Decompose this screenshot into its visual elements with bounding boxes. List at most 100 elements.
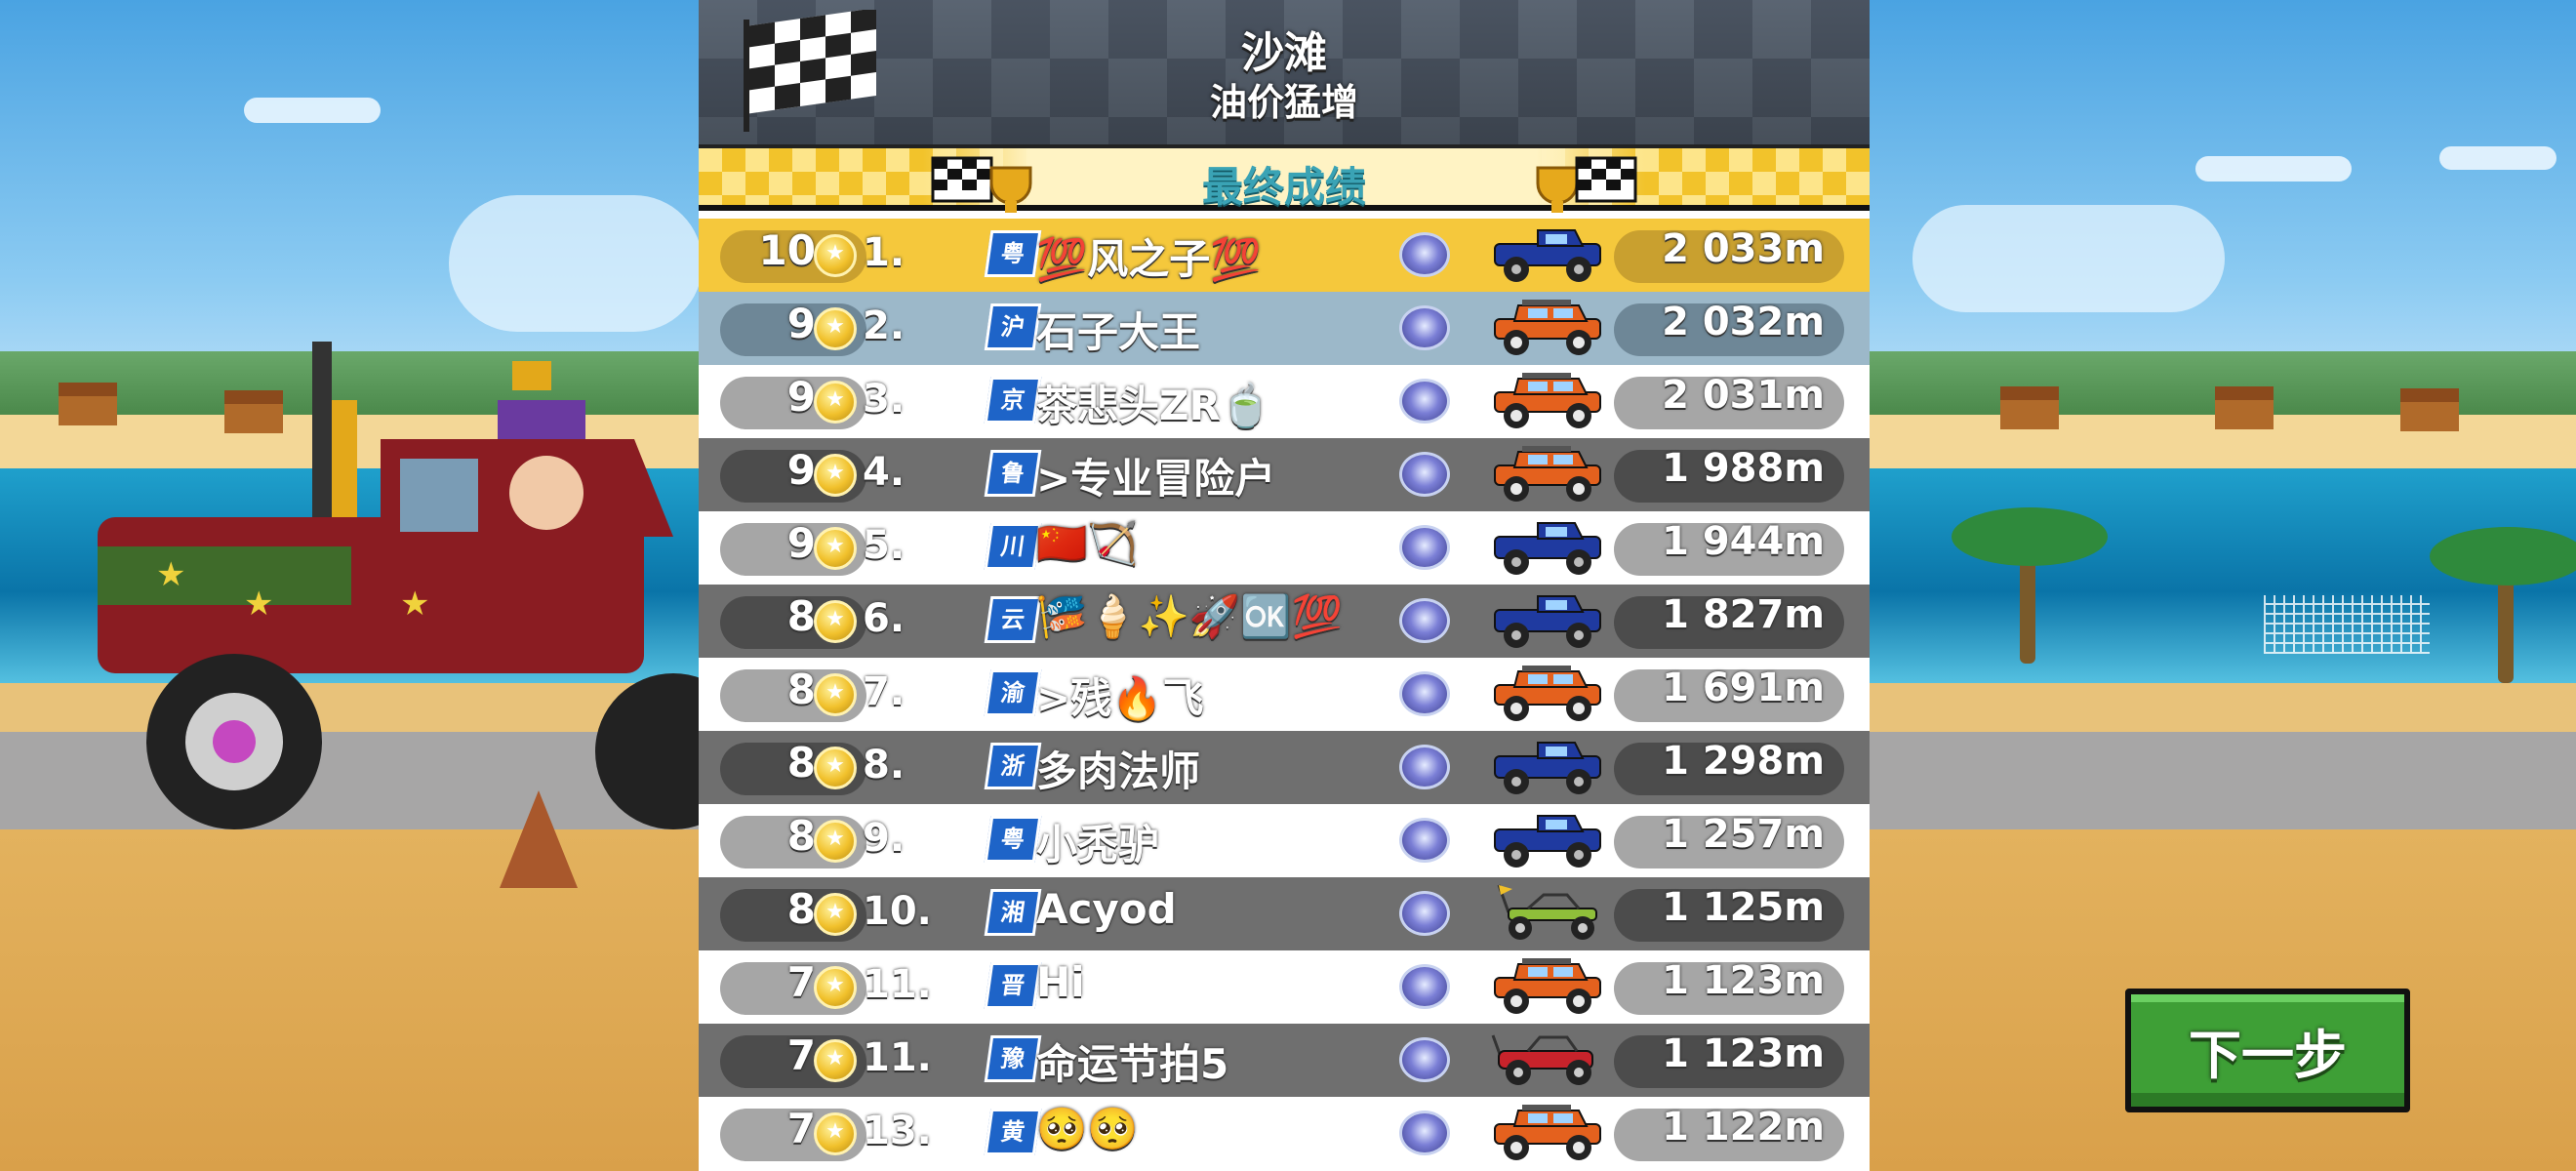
- result-row[interactable]: 10 1. 粤💯风之子💯 2 033m: [699, 219, 1870, 292]
- region-badge: 沪: [984, 303, 1042, 350]
- rank-value: 7.: [863, 669, 906, 714]
- rank-value: 3.: [863, 377, 906, 422]
- player-name: 命运节拍5: [1036, 1040, 1229, 1088]
- rank-value: 10.: [863, 889, 932, 934]
- points-value: 9: [786, 373, 816, 421]
- points-value: 9: [786, 300, 816, 347]
- cloud: [2195, 156, 2352, 182]
- distance-value: 1 123m: [1662, 1031, 1825, 1076]
- coin-medal-icon: [814, 966, 857, 1009]
- player-name: 小秃驴: [1036, 821, 1160, 868]
- league-gem-icon: [1399, 1110, 1450, 1155]
- player-name: >专业冒险户: [1036, 455, 1276, 503]
- result-row[interactable]: 8 6. 云🎏🍦✨🚀🆗💯 1 827m: [699, 585, 1870, 658]
- region-badge: 粤: [984, 230, 1042, 277]
- orange-jeep-icon: [1489, 664, 1606, 724]
- distance-value: 2 033m: [1662, 226, 1825, 271]
- player-name: >残🔥飞: [1036, 674, 1204, 722]
- result-row[interactable]: 9 4. 鲁>专业冒险户 1 988m: [699, 438, 1870, 511]
- points-value: 8: [786, 885, 816, 933]
- panel-header: 沙滩 油价猛增: [699, 0, 1870, 144]
- volleyball-net: [2264, 595, 2430, 654]
- coin-medal-icon: [814, 527, 857, 570]
- blue-pickup-icon: [1489, 737, 1606, 797]
- orange-jeep-icon: [1489, 1103, 1606, 1163]
- distance-value: 1 257m: [1662, 812, 1825, 857]
- player-name: 💯风之子💯: [1036, 235, 1262, 283]
- region-badge: 川: [984, 523, 1042, 570]
- cloud: [1912, 205, 2225, 312]
- distance-value: 1 944m: [1662, 519, 1825, 564]
- svg-text:★: ★: [244, 585, 273, 624]
- region-badge: 京: [984, 377, 1042, 424]
- region-badge: 浙: [984, 743, 1042, 789]
- league-gem-icon: [1399, 305, 1450, 350]
- region-badge: 渝: [984, 669, 1042, 716]
- player-name: 多肉法师: [1036, 747, 1201, 795]
- league-gem-icon: [1399, 891, 1450, 936]
- svg-text:★: ★: [400, 585, 429, 624]
- result-row[interactable]: 8 8. 浙多肉法师 1 298m: [699, 731, 1870, 804]
- coin-medal-icon: [814, 454, 857, 497]
- player-truck-icon: ★ ★ ★: [98, 342, 712, 829]
- distance-value: 1 988m: [1662, 446, 1825, 491]
- result-row[interactable]: 7 11. 豫命运节拍5 1 123m: [699, 1024, 1870, 1097]
- coin-medal-icon: [814, 1039, 857, 1082]
- event-name: 油价猛增: [1209, 81, 1358, 124]
- coin-medal-icon: [814, 600, 857, 643]
- distance-value: 1 122m: [1662, 1105, 1825, 1150]
- distance-value: 1 298m: [1662, 739, 1825, 784]
- region-badge: 豫: [984, 1035, 1042, 1082]
- result-row[interactable]: 8 7. 渝>残🔥飞 1 691m: [699, 658, 1870, 731]
- distance-value: 1 827m: [1662, 592, 1825, 637]
- coin-medal-icon: [814, 747, 857, 789]
- result-row[interactable]: 7 11. 晋Hi 1 123m: [699, 950, 1870, 1024]
- cloud: [244, 98, 381, 123]
- next-button-label: 下一步: [2189, 1025, 2347, 1086]
- region-badge: 云: [984, 596, 1042, 643]
- beach-hut: [2400, 388, 2459, 431]
- points-value: 7: [786, 1105, 816, 1152]
- points-value: 9: [786, 446, 816, 494]
- distance-value: 1 691m: [1662, 666, 1825, 710]
- result-row[interactable]: 9 2. 沪石子大王 2 032m: [699, 292, 1870, 365]
- league-gem-icon: [1399, 1037, 1450, 1082]
- region-badge: 鲁: [984, 450, 1042, 497]
- result-row[interactable]: 8 10. 湘Acyod 1 125m: [699, 877, 1870, 950]
- rank-value: 4.: [863, 450, 906, 495]
- player-name: Acyod: [1036, 885, 1177, 933]
- league-gem-icon: [1399, 964, 1450, 1009]
- player-name: 石子大王: [1036, 308, 1201, 356]
- league-gem-icon: [1399, 452, 1450, 497]
- blue-pickup-icon: [1489, 810, 1606, 870]
- orange-jeep-icon: [1489, 371, 1606, 431]
- result-row[interactable]: 9 5. 川🇨🇳🏹 1 944m: [699, 511, 1870, 585]
- result-row[interactable]: 9 3. 京茶悲头ZR🍵 2 031m: [699, 365, 1870, 438]
- coin-medal-icon: [814, 307, 857, 350]
- region-badge: 晋: [984, 962, 1042, 1009]
- results-list: 101.粤💯风之子💯2 033m92.沪石子大王2 032m93.京茶悲头ZR🍵…: [699, 219, 1870, 1170]
- palm-tree: [2430, 527, 2576, 683]
- points-value: 7: [786, 1031, 816, 1079]
- points-value: 8: [786, 812, 816, 860]
- orange-jeep-icon: [1489, 444, 1606, 505]
- coin-medal-icon: [814, 820, 857, 863]
- rank-value: 2.: [863, 303, 906, 348]
- next-button[interactable]: 下一步: [2125, 989, 2410, 1112]
- rank-value: 13.: [863, 1109, 932, 1153]
- points-value: 8: [786, 666, 816, 713]
- blue-pickup-icon: [1489, 590, 1606, 651]
- player-name: 🇨🇳🏹: [1036, 519, 1139, 567]
- rank-value: 9.: [863, 816, 906, 861]
- league-gem-icon: [1399, 379, 1450, 424]
- points-value: 9: [786, 519, 816, 567]
- distance-value: 1 125m: [1662, 885, 1825, 930]
- league-gem-icon: [1399, 745, 1450, 789]
- result-row[interactable]: 7 13. 黄🥺🥺 1 122m: [699, 1097, 1870, 1170]
- result-row[interactable]: 8 9. 粤小秃驴 1 257m: [699, 804, 1870, 877]
- region-badge: 黄: [984, 1109, 1042, 1155]
- rank-value: 1.: [863, 230, 906, 275]
- final-results-banner: 最终成绩: [699, 144, 1870, 213]
- coin-medal-icon: [814, 893, 857, 936]
- rank-value: 6.: [863, 596, 906, 641]
